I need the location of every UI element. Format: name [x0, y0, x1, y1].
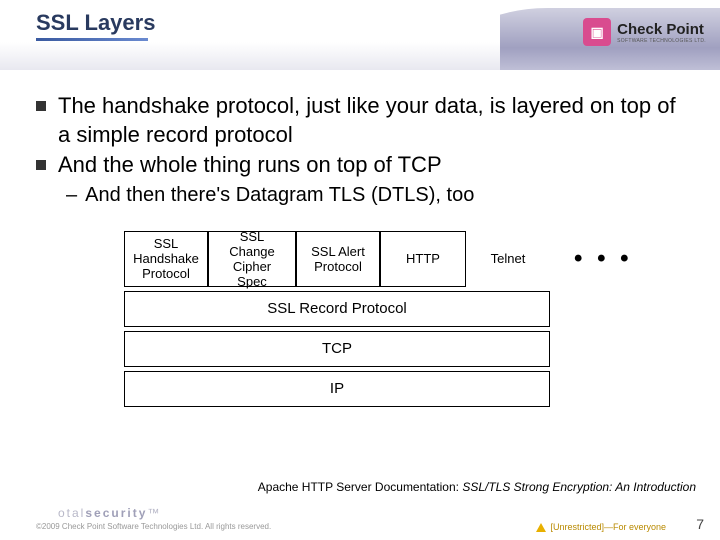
slide-footer: ©2009 Check Point Software Technologies … — [0, 512, 720, 540]
box-ssl-record: SSL Record Protocol — [124, 291, 550, 327]
bullet-square-icon — [36, 160, 46, 170]
citation-title: SSL/TLS Strong Encryption: An Introducti… — [462, 480, 696, 494]
ellipsis-icon: • • • — [574, 231, 633, 287]
dash-icon: – — [66, 184, 77, 207]
checkpoint-logo-icon: ▣ — [583, 18, 611, 46]
sub-bullet: – And then there's Datagram TLS (DTLS), … — [66, 184, 684, 207]
box-ssl-cipher-spec: SSL Change Cipher Spec — [208, 231, 296, 287]
copyright: ©2009 Check Point Software Technologies … — [36, 522, 271, 531]
box-tcp: TCP — [124, 331, 550, 367]
bullet-2: And the whole thing runs on top of TCP — [36, 151, 684, 180]
page-number: 7 — [696, 516, 704, 532]
sub-bullet-text: And then there's Datagram TLS (DTLS), to… — [85, 184, 474, 207]
bullet-1-text: The handshake protocol, just like your d… — [58, 92, 684, 149]
logo-block: ▣ Check Point SOFTWARE TECHNOLOGIES LTD. — [583, 18, 706, 46]
content-area: The handshake protocol, just like your d… — [0, 70, 720, 407]
logo-text: Check Point SOFTWARE TECHNOLOGIES LTD. — [617, 21, 706, 44]
warning-triangle-icon — [536, 523, 546, 532]
box-ssl-alert: SSL Alert Protocol — [296, 231, 380, 287]
protocol-stack-diagram: SSL Handshake Protocol SSL Change Cipher… — [124, 231, 636, 407]
bullet-2-text: And the whole thing runs on top of TCP — [58, 151, 442, 180]
box-http: HTTP — [380, 231, 466, 287]
slide-title: SSL Layers — [36, 10, 155, 36]
bullet-1: The handshake protocol, just like your d… — [36, 92, 684, 149]
classification-text: [Unrestricted]—For everyone — [550, 522, 666, 532]
box-ip: IP — [124, 371, 550, 407]
slide-header: SSL Layers ▣ Check Point SOFTWARE TECHNO… — [0, 0, 720, 70]
citation-prefix: Apache HTTP Server Documentation: — [258, 480, 463, 494]
box-telnet: Telnet — [466, 231, 550, 287]
logo-name: Check Point — [617, 21, 704, 38]
title-underline — [36, 38, 148, 41]
diagram-top-row: SSL Handshake Protocol SSL Change Cipher… — [124, 231, 636, 287]
classification: [Unrestricted]—For everyone — [536, 522, 666, 532]
logo-sub: SOFTWARE TECHNOLOGIES LTD. — [617, 38, 706, 44]
citation: Apache HTTP Server Documentation: SSL/TL… — [258, 480, 696, 494]
box-ssl-handshake: SSL Handshake Protocol — [124, 231, 208, 287]
bullet-square-icon — [36, 101, 46, 111]
